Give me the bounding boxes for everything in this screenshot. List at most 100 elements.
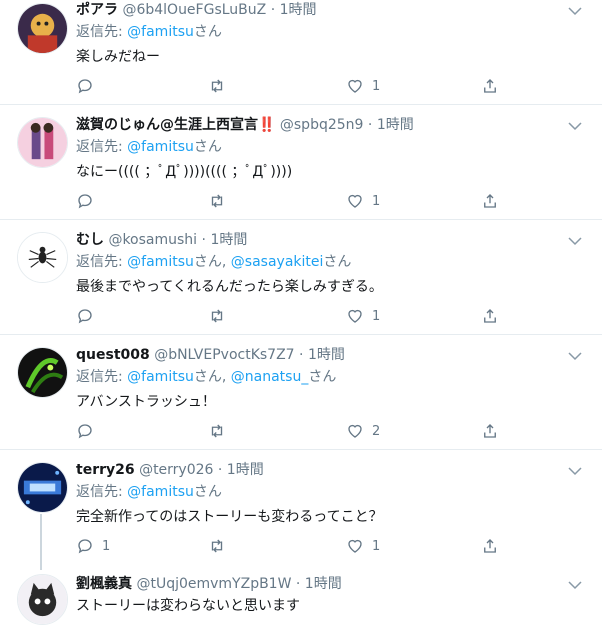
reply-button[interactable] [76,307,102,325]
avatar[interactable] [17,574,68,625]
mention-separator: , [221,369,231,385]
retweet-button[interactable] [208,422,226,440]
retweet-button[interactable] [208,307,226,325]
handle[interactable]: @6b4lOueFGsLuBuZ [122,2,266,18]
handle[interactable]: @kosamushi [108,232,197,248]
mention-link[interactable]: @famitsu [127,484,194,500]
action-bar: 1 [76,77,506,95]
chevron-down-icon[interactable] [566,117,584,135]
timestamp[interactable]: 1時間 [227,462,264,478]
handle[interactable]: @tUqj0emvmYZpB1W [136,576,291,592]
reply-feed: ポアラ @6b4lOueFGsLuBuZ · 1時間 返信先: @famitsu… [0,0,602,628]
like-button[interactable]: 1 [346,192,380,210]
chevron-down-icon[interactable] [566,462,584,480]
like-count: 1 [372,538,381,554]
mention-link[interactable]: @sasayakitei [231,254,324,270]
share-button[interactable] [481,192,499,210]
tweet-header: むし @kosamushi · 1時間 [76,231,247,249]
mention-separator: , [221,254,231,270]
retweet-icon [211,539,223,553]
avatar[interactable] [17,117,68,168]
tweet-text: 完全新作ってのはストーリーも変わるってこと？ [76,509,383,525]
heart-icon [348,194,362,208]
retweet-icon [211,194,223,208]
reply-button[interactable] [76,77,102,95]
mention-link[interactable]: @famitsu [127,254,194,270]
display-name[interactable]: ポアラ [76,2,118,18]
like-count: 1 [372,308,381,324]
share-button[interactable] [481,307,499,325]
chevron-down-icon[interactable] [566,232,584,250]
honorific: さん [193,254,222,270]
reply-button[interactable] [76,192,102,210]
share-icon [484,194,496,208]
display-name[interactable]: 劉楓義真 [76,576,132,592]
timestamp[interactable]: 1時間 [308,347,345,363]
retweet-button[interactable] [208,77,226,95]
tweet-text: 楽しみだねー [76,49,160,65]
like-count: 1 [372,193,381,209]
avatar[interactable] [17,232,68,283]
reply-button[interactable]: 1 [76,537,110,555]
mention-link[interactable]: @famitsu [127,139,194,155]
heart-icon [348,79,362,93]
reply-count: 1 [102,538,111,554]
mention-link[interactable]: @famitsu [127,369,194,385]
handle[interactable]: @terry026 [139,462,213,478]
handle[interactable]: @bNLVEPvoctKs7Z7 [154,347,294,363]
tweet-text: なにー(((( ；ﾟДﾟ))))(((( ；ﾟДﾟ)))) [76,164,293,180]
share-button[interactable] [481,537,499,555]
thread-connector [40,514,42,570]
reply-to-line: 返信先: @famitsuさん, @nanatsu_さん [76,368,336,386]
mention-link[interactable]: @nanatsu_ [231,369,309,385]
action-bar: 2 [76,422,506,440]
honorific: さん [193,24,222,40]
tweet[interactable]: ポアラ @6b4lOueFGsLuBuZ · 1時間 返信先: @famitsu… [0,0,602,104]
retweet-button[interactable] [208,537,226,555]
tweet[interactable]: quest008 @bNLVEPvoctKs7Z7 · 1時間 返信先: @fa… [0,335,602,449]
timestamp[interactable]: 1時間 [210,232,247,248]
tweet-header: terry26 @terry026 · 1時間 [76,461,264,479]
timestamp[interactable]: 1時間 [280,2,317,18]
like-button[interactable]: 1 [346,307,380,325]
chevron-down-icon[interactable] [566,576,584,594]
like-button[interactable]: 1 [346,77,380,95]
reply-to-line: 返信先: @famitsuさん [76,483,222,501]
tweet[interactable]: むし @kosamushi · 1時間 返信先: @famitsuさん, @sa… [0,220,602,334]
handle[interactable]: @spbq25n9 [280,117,364,133]
tweet[interactable]: 劉楓義真 @tUqj0emvmYZpB1W · 1時間 ストーリーは変わらないと… [0,570,602,628]
honorific: さん [193,369,222,385]
retweet-button[interactable] [208,192,226,210]
avatar[interactable] [17,3,68,54]
honorific: さん [193,139,222,155]
chevron-down-icon[interactable] [566,347,584,365]
reply-to-line: 返信先: @famitsuさん [76,23,222,41]
share-icon [484,539,496,553]
share-button[interactable] [481,77,499,95]
tweet[interactable]: 滋賀のじゅん@生涯上西宣言‼️ @spbq25n9 · 1時間 返信先: @fa… [0,105,602,219]
timestamp[interactable]: 1時間 [377,117,414,133]
tweet[interactable]: terry26 @terry026 · 1時間 返信先: @famitsuさん … [0,450,602,570]
like-button[interactable]: 1 [346,537,380,555]
timestamp[interactable]: 1時間 [305,576,342,592]
display-name[interactable]: quest008 [76,347,150,363]
like-count: 2 [372,423,381,439]
tweet-header: ポアラ @6b4lOueFGsLuBuZ · 1時間 [76,1,317,19]
reply-prefix: 返信先: [76,139,128,155]
chevron-down-icon[interactable] [566,2,584,20]
share-button[interactable] [481,422,499,440]
reply-prefix: 返信先: [76,484,128,500]
avatar[interactable] [17,462,68,513]
tweet-header: quest008 @bNLVEPvoctKs7Z7 · 1時間 [76,346,345,364]
avatar[interactable] [17,347,68,398]
display-name[interactable]: むし [76,232,104,248]
reply-to-line: 返信先: @famitsuさん [76,138,222,156]
tweet-text: ストーリーは変わらないと思います [76,598,300,614]
display-name[interactable]: 滋賀のじゅん@生涯上西宣言 [76,117,258,133]
mention-link[interactable]: @famitsu [127,24,194,40]
heart-icon [348,309,362,323]
display-name[interactable]: terry26 [76,462,135,478]
reply-button[interactable] [76,422,102,440]
action-bar: 1 [76,192,506,210]
like-button[interactable]: 2 [346,422,380,440]
